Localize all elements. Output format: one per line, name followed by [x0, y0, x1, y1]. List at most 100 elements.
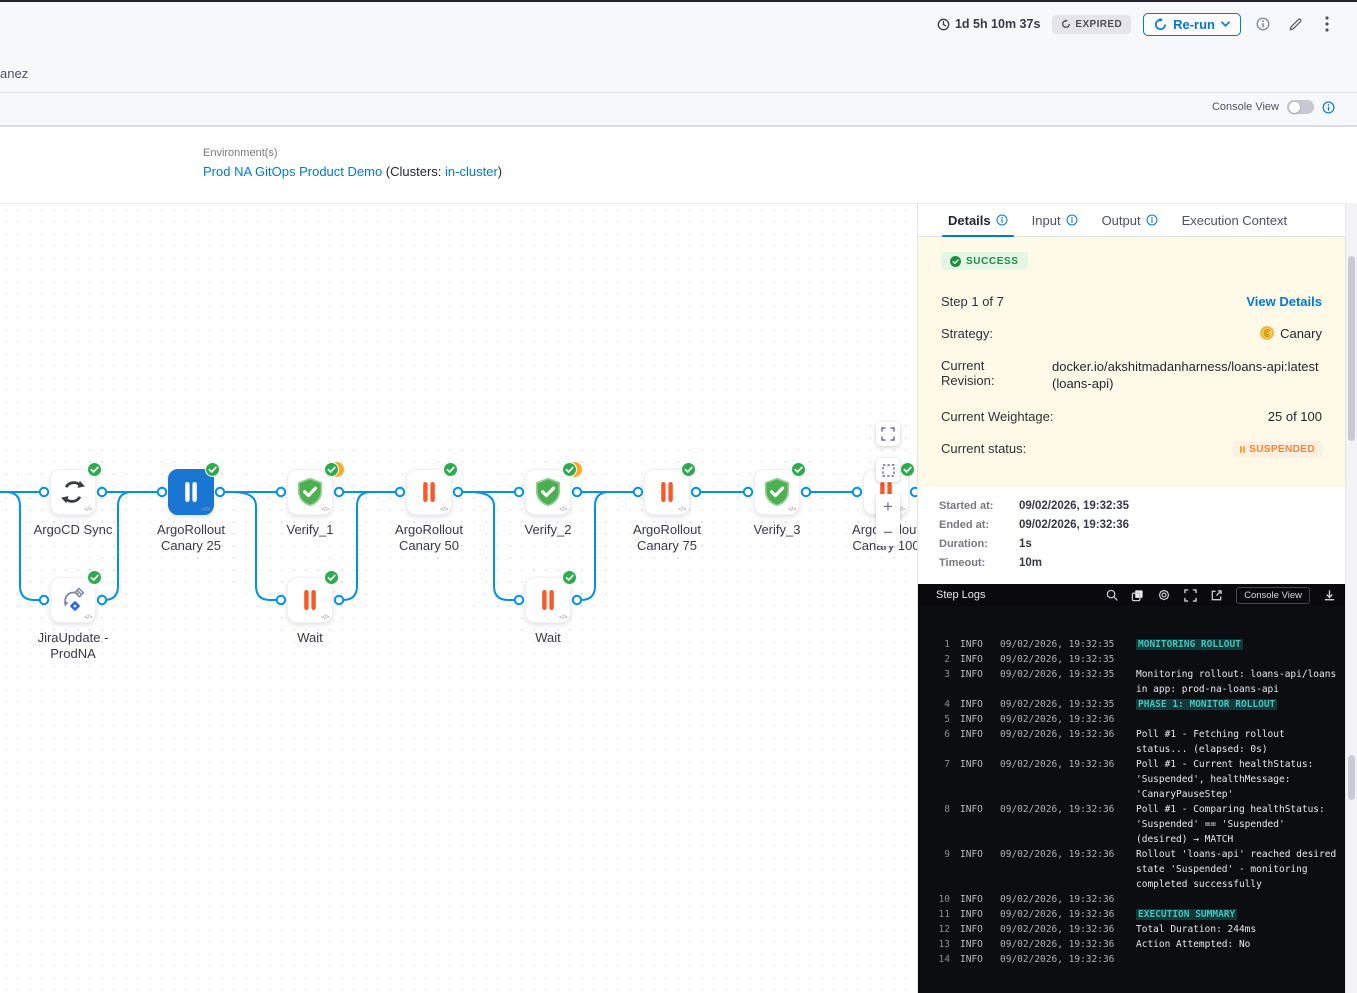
log-console-view-button[interactable]: Console View: [1236, 587, 1310, 604]
node-label-wait-2: Wait: [488, 630, 608, 646]
view-details-link[interactable]: View Details: [1246, 294, 1322, 309]
canary-icon: [1260, 326, 1274, 340]
node-status-success-icon: [791, 462, 806, 477]
shield-check-icon: [295, 477, 325, 507]
template-icon: </>: [559, 506, 567, 513]
node-label-verify-2: Verify_2: [488, 522, 608, 538]
log-line: 9INFO09/02/2026, 19:32:36Rollout 'loans-…: [918, 847, 1346, 892]
template-icon: </>: [788, 506, 796, 513]
tab-output[interactable]: Output: [1090, 204, 1170, 236]
step-logs-body[interactable]: 1INFO09/02/2026, 19:32:35MONITORING ROLL…: [918, 606, 1346, 993]
cluster-link[interactable]: in-cluster: [445, 164, 498, 179]
more-options-icon[interactable]: [1317, 14, 1337, 34]
log-line: 10INFO09/02/2026, 19:32:36: [918, 892, 1346, 907]
console-view-info-icon[interactable]: [1322, 101, 1335, 114]
timing-block: Started at:09/02/2026, 19:32:35 Ended at:…: [918, 487, 1346, 584]
tab-details[interactable]: Details: [936, 204, 1020, 236]
pipeline-node-canary-75[interactable]: </>: [644, 469, 690, 515]
log-line: 2INFO09/02/2026, 19:32:35: [918, 652, 1346, 667]
tab-info-icon: [1146, 214, 1158, 226]
log-search-icon[interactable]: [1106, 589, 1118, 601]
sync-icon: [60, 479, 86, 505]
log-line: 5INFO09/02/2026, 19:32:36: [918, 712, 1346, 727]
node-label-canary-25: ArgoRolloutCanary 25: [131, 522, 251, 554]
node-status-success-icon: [324, 570, 339, 585]
log-line: 8INFO09/02/2026, 19:32:36Poll #1 - Compa…: [918, 802, 1346, 847]
zoom-out-button[interactable]: −: [876, 520, 900, 546]
execution-header: 1d 5h 10m 37s EXPIRED Re-run anez: [0, 2, 1357, 93]
retry-icon: [1061, 19, 1071, 29]
pause-icon: [655, 479, 679, 505]
execution-duration: 1d 5h 10m 37s: [937, 17, 1040, 31]
shield-check-icon: [762, 477, 792, 507]
node-label-argocd-sync: ArgoCD Sync: [13, 522, 133, 538]
template-icon: </>: [321, 506, 329, 513]
template-icon: </>: [202, 506, 210, 513]
log-copy-icon[interactable]: [1131, 589, 1144, 602]
current-status-label: Current status:: [941, 441, 1026, 456]
timing-row: Duration:1s: [939, 538, 1346, 550]
tab-input[interactable]: Input: [1020, 204, 1090, 236]
node-status-success-warning-icon: [562, 462, 577, 477]
pause-icon: [1240, 446, 1246, 453]
environment-band: Environment(s) Prod NA GitOps Product De…: [0, 127, 1357, 203]
log-line: 1INFO09/02/2026, 19:32:35MONITORING ROLL…: [918, 637, 1346, 652]
node-status-success-icon: [205, 462, 220, 477]
step-logs-title: Step Logs: [936, 589, 986, 601]
log-line: 12INFO09/02/2026, 19:32:36Total Duration…: [918, 922, 1346, 937]
pipeline-node-canary-25[interactable]: </>: [168, 469, 214, 515]
revision-label: Current Revision:: [941, 358, 1021, 388]
breadcrumb[interactable]: anez: [0, 66, 28, 81]
canvas-select-button[interactable]: [876, 458, 900, 482]
log-open-external-icon[interactable]: [1210, 589, 1223, 602]
canvas-zoom-controls: + −: [876, 494, 900, 546]
step-logs-header: Step Logs Console View: [918, 584, 1346, 606]
pipeline-node-verify-1[interactable]: </>: [287, 469, 333, 515]
node-status-success-icon: [87, 570, 102, 585]
step-details-panel: DetailsInputOutputExecution Context SUCC…: [917, 204, 1345, 993]
log-line: 4INFO09/02/2026, 19:32:35PHASE 1: MONITO…: [918, 697, 1346, 712]
details-summary: SUCCESS Step 1 of 7 View Details Strateg…: [918, 237, 1346, 487]
node-status-success-icon: [562, 570, 577, 585]
node-status-success-icon: [681, 462, 696, 477]
tab-execution-context[interactable]: Execution Context: [1170, 204, 1300, 236]
pipeline-canvas[interactable]: </>ArgoCD Sync </>JiraUpdate -ProdNA </>…: [0, 204, 917, 993]
node-status-success-icon: [87, 462, 102, 477]
log-fullscreen-icon[interactable]: [1184, 589, 1197, 602]
details-tabs: DetailsInputOutputExecution Context: [918, 204, 1346, 237]
shield-check-icon: [533, 477, 563, 507]
pipeline-edges: [0, 204, 917, 993]
pipeline-node-wait-1[interactable]: </>: [287, 577, 333, 623]
node-status-success-icon: [900, 462, 915, 477]
log-scrollbar-thumb[interactable]: [1348, 755, 1355, 800]
pipeline-node-verify-2[interactable]: </>: [525, 469, 571, 515]
pipeline-node-verify-3[interactable]: </>: [754, 469, 800, 515]
pipeline-node-argocd-sync[interactable]: </>: [50, 469, 96, 515]
pipeline-node-wait-2[interactable]: </>: [525, 577, 571, 623]
log-settings-icon[interactable]: [1157, 588, 1171, 602]
jira-update-icon: [59, 586, 87, 614]
log-line: 3INFO09/02/2026, 19:32:35Monitoring roll…: [918, 667, 1346, 697]
environment-label: Environment(s): [203, 147, 278, 159]
weightage-value: 25 of 100: [1268, 409, 1322, 424]
timing-row: Started at:09/02/2026, 19:32:35: [939, 500, 1346, 512]
log-download-icon[interactable]: [1323, 589, 1336, 602]
log-line: 13INFO09/02/2026, 19:32:36Action Attempt…: [918, 937, 1346, 952]
console-view-toggle[interactable]: [1287, 100, 1314, 114]
node-status-success-icon: [443, 462, 458, 477]
timing-row: Ended at:09/02/2026, 19:32:36: [939, 519, 1346, 531]
zoom-in-button[interactable]: +: [876, 494, 900, 520]
panel-scrollbar-thumb[interactable]: [1348, 256, 1355, 441]
node-label-canary-50: ArgoRolloutCanary 50: [369, 522, 489, 554]
rerun-button[interactable]: Re-run: [1143, 13, 1241, 36]
canvas-fullscreen-button[interactable]: [876, 422, 900, 446]
strategy-label: Strategy:: [941, 326, 993, 341]
environment-name-link[interactable]: Prod NA GitOps Product Demo: [203, 164, 382, 179]
node-status-success-warning-icon: [324, 462, 339, 477]
edit-pipeline-icon[interactable]: [1285, 14, 1305, 34]
rerun-info-icon[interactable]: [1253, 14, 1273, 34]
strategy-value: Canary: [1260, 326, 1322, 341]
node-label-canary-75: ArgoRolloutCanary 75: [607, 522, 727, 554]
pipeline-node-canary-50[interactable]: </>: [406, 469, 452, 515]
pipeline-node-jira-update[interactable]: </>: [50, 577, 96, 623]
